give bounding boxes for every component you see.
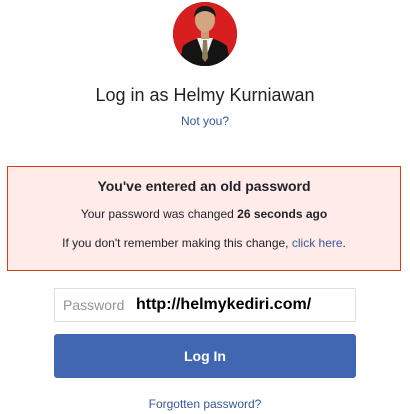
not-you-link[interactable]: Not you? [0,114,410,128]
watermark-text: http://helmykediri.com/ [136,296,312,313]
profile-avatar [173,2,237,66]
password-changed-time: 26 seconds ago [237,207,328,221]
remember-change-suffix: . [342,236,346,250]
password-changed-prefix: Your password was changed [80,207,238,221]
remember-change-prefix: If you don't remember making this change… [62,236,292,250]
forgotten-password-link[interactable]: Forgotten password? [0,397,410,411]
password-changed-text: Your password was changed 26 seconds ago [8,207,400,221]
old-password-alert: You've entered an old password Your pass… [7,166,401,271]
click-here-link[interactable]: click here [292,236,343,250]
password-field[interactable]: http://helmykediri.com/ [54,288,356,322]
alert-title: You've entered an old password [97,178,311,194]
password-input[interactable] [55,289,133,321]
remember-change-text: If you don't remember making this change… [8,236,400,250]
login-button[interactable]: Log In [54,334,356,378]
login-as-title: Log in as Helmy Kurniawan [95,85,315,105]
avatar-image [173,2,237,66]
